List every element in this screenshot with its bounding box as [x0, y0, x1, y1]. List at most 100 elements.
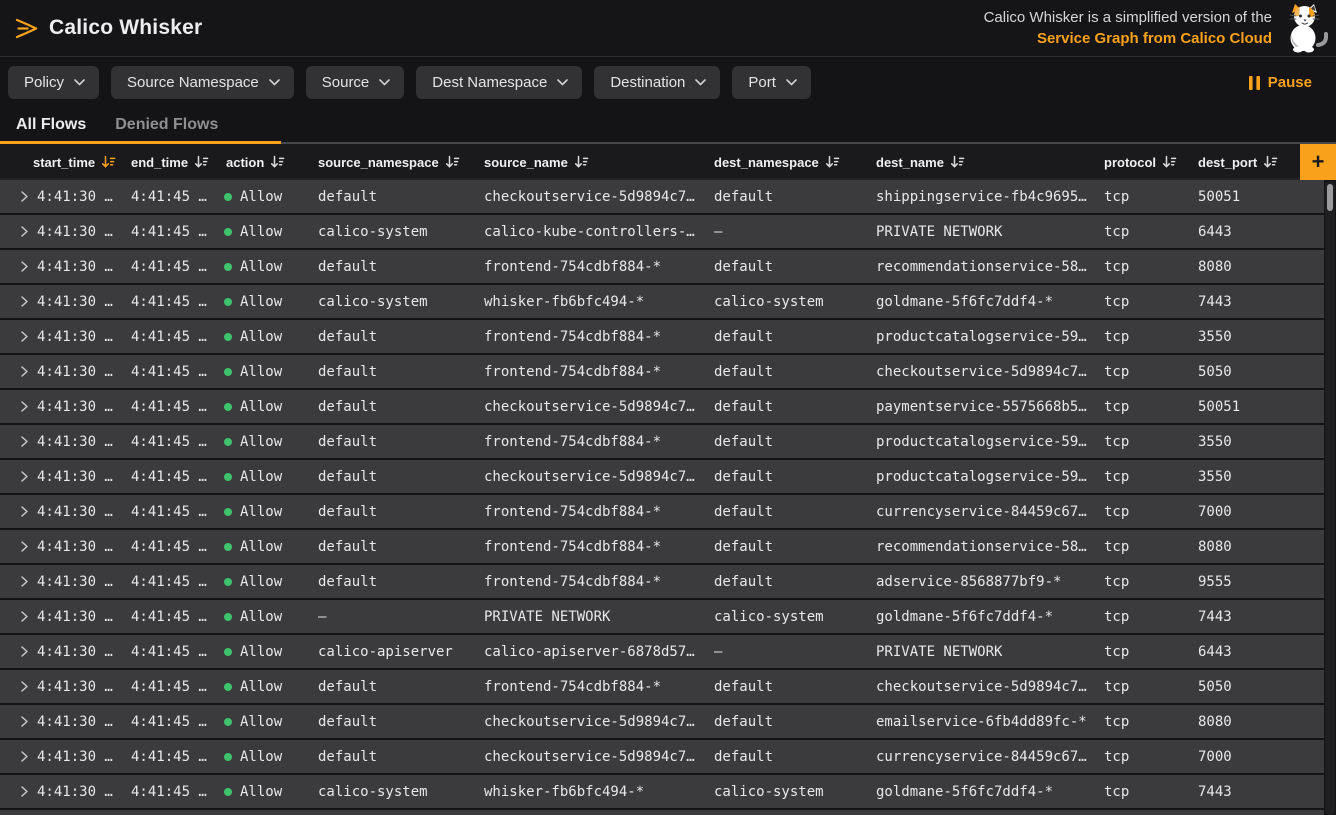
cell-source-name: frontend-754cdbf884-* — [478, 504, 708, 520]
flow-row[interactable]: 4:41:30 … 4:41:45 … Allow default fronte… — [0, 495, 1324, 528]
flow-row[interactable]: 4:41:30 … 4:41:45 … Allow default fronte… — [0, 355, 1324, 388]
flow-row[interactable]: 4:41:30 … 4:41:45 … Allow default checko… — [0, 460, 1324, 493]
filter-port-label: Port — [748, 74, 776, 91]
cell-source-namespace: default — [312, 714, 478, 730]
expand-chevron-icon[interactable] — [20, 471, 29, 482]
tab-bar: All Flows Denied Flows — [0, 108, 1336, 144]
filter-port-dropdown[interactable]: Port — [732, 66, 811, 99]
expand-chevron-icon[interactable] — [20, 681, 29, 692]
column-header-source-namespace[interactable]: source_namespace — [312, 155, 478, 170]
cell-dest-port: 7000 — [1192, 504, 1300, 520]
sort-icon — [445, 155, 460, 169]
expand-chevron-icon[interactable] — [20, 261, 29, 272]
expand-chevron-icon[interactable] — [20, 646, 29, 657]
allow-status-dot — [224, 368, 232, 376]
expand-chevron-icon[interactable] — [20, 716, 29, 727]
tab-all-flows[interactable]: All Flows — [16, 116, 86, 134]
expand-chevron-icon[interactable] — [20, 296, 29, 307]
filter-destination-dropdown[interactable]: Destination — [594, 66, 720, 99]
flow-row[interactable]: 4:41:30 … 4:41:45 … Allow default fronte… — [0, 250, 1324, 283]
cell-dest-port: 7443 — [1192, 294, 1300, 310]
cell-dest-namespace: default — [708, 364, 870, 380]
column-header-end-time[interactable]: end_time — [125, 155, 220, 170]
cell-dest-port: 5050 — [1192, 364, 1300, 380]
filter-dest-namespace-dropdown[interactable]: Dest Namespace — [416, 66, 582, 99]
flow-row[interactable]: 4:41:30 … 4:41:45 … Allow – PRIVATE NETW… — [0, 600, 1324, 633]
flow-row[interactable]: 4:41:30 … 4:41:45 … Allow default fronte… — [0, 425, 1324, 458]
cell-source-name: checkoutservice-5d9894c7… — [478, 399, 708, 415]
cell-source-namespace: default — [312, 189, 478, 205]
filter-dest-namespace-label: Dest Namespace — [432, 74, 547, 91]
column-header-start-time[interactable]: start_time — [0, 155, 125, 170]
filter-source-dropdown[interactable]: Source — [306, 66, 405, 99]
expand-chevron-icon[interactable] — [20, 786, 29, 797]
cell-action: Allow — [220, 364, 312, 380]
expand-chevron-icon[interactable] — [20, 611, 29, 622]
whisker-logo-icon — [14, 15, 40, 41]
tab-denied-flows[interactable]: Denied Flows — [115, 116, 218, 134]
vertical-scrollbar[interactable] — [1325, 181, 1335, 815]
flow-row[interactable]: 4:41:30 … 4:41:45 … Allow default fronte… — [0, 530, 1324, 563]
column-header-dest-name[interactable]: dest_name — [870, 155, 1098, 170]
action-label: Allow — [240, 224, 282, 240]
expand-chevron-icon[interactable] — [20, 366, 29, 377]
cell-dest-port: 7000 — [1192, 749, 1300, 765]
flow-row[interactable]: 4:41:30 … 4:41:45 … Allow default fronte… — [0, 670, 1324, 703]
filter-source-namespace-dropdown[interactable]: Source Namespace — [111, 66, 294, 99]
expand-chevron-icon[interactable] — [20, 576, 29, 587]
expand-chevron-icon[interactable] — [20, 541, 29, 552]
cell-dest-port: 3550 — [1192, 434, 1300, 450]
flow-row[interactable]: 4:41:30 … 4:41:45 … Allow default checko… — [0, 705, 1324, 738]
flow-row[interactable]: 4:41:30 … 4:41:45 … Allow default checko… — [0, 740, 1324, 773]
cell-start-time: 4:41:30 … — [0, 189, 125, 205]
service-graph-link[interactable]: Service Graph from Calico Cloud — [1037, 30, 1272, 47]
expand-chevron-icon[interactable] — [20, 436, 29, 447]
flow-row[interactable]: 4:41:30 … 4:41:45 … Allow default checko… — [0, 180, 1324, 213]
flow-row[interactable]: 4:41:30 … 4:41:45 … Allow calico-apiserv… — [0, 635, 1324, 668]
cell-dest-port: 9555 — [1192, 574, 1300, 590]
add-column-button[interactable]: + — [1300, 144, 1336, 180]
cell-end-time: 4:41:45 … — [125, 539, 220, 555]
chevron-down-icon — [74, 79, 85, 86]
cell-action: Allow — [220, 574, 312, 590]
flow-row[interactable]: 4:41:30 … 4:41:45 … Allow calico-system … — [0, 285, 1324, 318]
cell-protocol: tcp — [1098, 399, 1192, 415]
allow-status-dot — [224, 263, 232, 271]
column-header-dest-port[interactable]: dest_port — [1192, 155, 1300, 170]
column-header-source-name[interactable]: source_name — [478, 155, 708, 170]
flow-row[interactable]: 4:41:30 … 4:41:45 … Allow default fronte… — [0, 320, 1324, 353]
filter-policy-dropdown[interactable]: Policy — [8, 66, 99, 99]
cell-action: Allow — [220, 259, 312, 275]
expand-chevron-icon[interactable] — [20, 401, 29, 412]
expand-chevron-icon[interactable] — [20, 191, 29, 202]
expand-chevron-icon[interactable] — [20, 506, 29, 517]
cell-source-name: frontend-754cdbf884-* — [478, 539, 708, 555]
allow-status-dot — [224, 543, 232, 551]
flow-row[interactable]: 4:41:30 … 4:41:45 … Allow default checko… — [0, 390, 1324, 423]
expand-chevron-icon[interactable] — [20, 751, 29, 762]
cell-action: Allow — [220, 224, 312, 240]
expand-chevron-icon[interactable] — [20, 331, 29, 342]
cell-source-namespace: default — [312, 679, 478, 695]
expand-chevron-icon[interactable] — [20, 226, 29, 237]
column-header-protocol[interactable]: protocol — [1098, 155, 1192, 170]
cell-protocol: tcp — [1098, 609, 1192, 625]
cell-end-time: 4:41:45 … — [125, 784, 220, 800]
flow-row[interactable]: 4:41:30 … 4:41:45 … Allow calico-system … — [0, 775, 1324, 808]
tagline: Calico Whisker is a simplified version o… — [984, 7, 1282, 49]
column-header-dest-namespace[interactable]: dest_namespace — [708, 155, 870, 170]
cell-action: Allow — [220, 294, 312, 310]
cell-dest-namespace: – — [708, 224, 870, 240]
flow-row[interactable]: 4:41:30 … 4:41:45 … Allow calico-system … — [0, 215, 1324, 248]
cell-dest-namespace: default — [708, 469, 870, 485]
flow-row[interactable]: 4:41:30 … 4:41:45 … Allow default fronte… — [0, 565, 1324, 598]
column-header-action[interactable]: action — [220, 155, 312, 170]
action-label: Allow — [240, 714, 282, 730]
allow-status-dot — [224, 648, 232, 656]
cell-end-time: 4:41:45 … — [125, 294, 220, 310]
scrollbar-thumb[interactable] — [1327, 184, 1333, 211]
pause-button[interactable]: Pause — [1249, 74, 1322, 91]
cell-dest-namespace: default — [708, 539, 870, 555]
pause-icon — [1249, 76, 1260, 90]
cell-source-namespace: default — [312, 504, 478, 520]
